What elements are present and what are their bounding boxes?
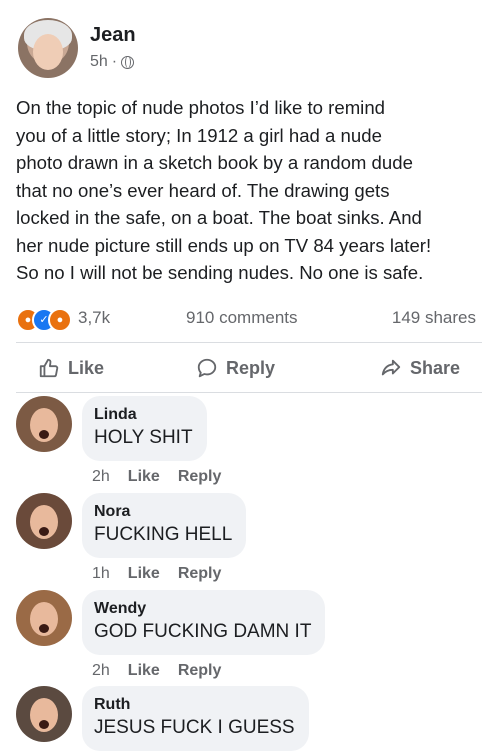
post-meta: 5h ·	[90, 53, 135, 71]
meta-separator: ·	[111, 53, 118, 70]
commenter-name[interactable]: Ruth	[94, 695, 295, 715]
share-button[interactable]: Share	[380, 350, 460, 386]
comment-reply-button[interactable]: Reply	[178, 565, 222, 583]
commenter-avatar[interactable]	[16, 493, 72, 549]
post-header: Jean 5h ·	[18, 18, 488, 80]
reply-button[interactable]: Reply	[196, 350, 275, 386]
comment-time[interactable]: 1h	[92, 565, 110, 583]
comment-reply-button[interactable]: Reply	[178, 662, 222, 680]
shares-count[interactable]: 149 shares	[392, 308, 476, 328]
comments-count[interactable]: 910 comments	[186, 308, 298, 328]
post-text-line: On the topic of nude photos I’d like to …	[16, 97, 385, 118]
like-button[interactable]: Like	[38, 350, 104, 386]
reaction-count[interactable]: 3,7k	[78, 308, 110, 328]
comment-bubble: Wendy GOD FUCKING DAMN IT	[82, 590, 326, 655]
commenter-name[interactable]: Nora	[94, 502, 232, 522]
post-stats: ● ✓ ● 3,7k 910 comments 149 shares	[16, 306, 482, 334]
like-label: Like	[68, 357, 105, 378]
action-bar: Like Reply Share	[16, 350, 482, 386]
thumbs-up-icon	[39, 358, 59, 378]
post-text-line: locked in the safe, on a boat. The boat …	[16, 207, 422, 228]
comment-like-button[interactable]: Like	[128, 662, 160, 680]
post-text-line: photo drawn in a sketch book by a random…	[16, 152, 413, 173]
comment-time[interactable]: 2h	[92, 662, 110, 680]
author-name[interactable]: Jean	[90, 24, 136, 47]
commenter-avatar[interactable]	[16, 590, 72, 646]
commenter-avatar[interactable]	[16, 686, 72, 742]
post-time[interactable]: 5h	[90, 53, 108, 71]
comment-like-button[interactable]: Like	[128, 565, 160, 583]
reply-label: Reply	[226, 357, 276, 378]
angry-icon: ●	[48, 308, 72, 332]
divider	[16, 392, 482, 393]
post-text-line: that no one’s ever heard of. The drawing…	[16, 179, 390, 201]
comment-bubble-icon	[197, 358, 217, 378]
globe-icon	[121, 55, 135, 69]
post-text-line: you of a little story; In 1912 a girl ha…	[16, 124, 382, 146]
comment-actions: 2h Like Reply	[92, 662, 221, 680]
comment-bubble: Ruth JESUS FUCK I GUESS	[82, 686, 309, 751]
comment-time[interactable]: 2h	[92, 468, 110, 486]
share-arrow-icon	[381, 359, 401, 376]
comment-text: GOD FUCKING DAMN IT	[94, 621, 312, 642]
author-avatar[interactable]	[18, 18, 78, 78]
comment-text: FUCKING HELL	[94, 524, 233, 545]
comment-reply-button[interactable]: Reply	[178, 468, 222, 486]
post-text: On the topic of nude photos I’d like to …	[16, 94, 486, 287]
comment-bubble: Linda HOLY SHIT	[82, 396, 207, 461]
comment-actions: 1h Like Reply	[92, 565, 221, 583]
comment-like-button[interactable]: Like	[128, 468, 160, 486]
commenter-name[interactable]: Wendy	[94, 599, 311, 619]
post-text-line: her nude picture still ends up on TV 84 …	[16, 234, 432, 256]
commenter-avatar[interactable]	[16, 396, 72, 452]
commenter-name[interactable]: Linda	[94, 405, 193, 425]
comment-text: HOLY SHIT	[94, 427, 193, 448]
share-label: Share	[410, 357, 461, 378]
comment-actions: 2h Like Reply	[92, 468, 221, 486]
comment-text: JESUS FUCK I GUESS	[94, 717, 295, 738]
comment-bubble: Nora FUCKING HELL	[82, 493, 247, 558]
divider	[16, 342, 482, 343]
post-text-line: So no I will not be sending nudes. No on…	[16, 262, 424, 283]
